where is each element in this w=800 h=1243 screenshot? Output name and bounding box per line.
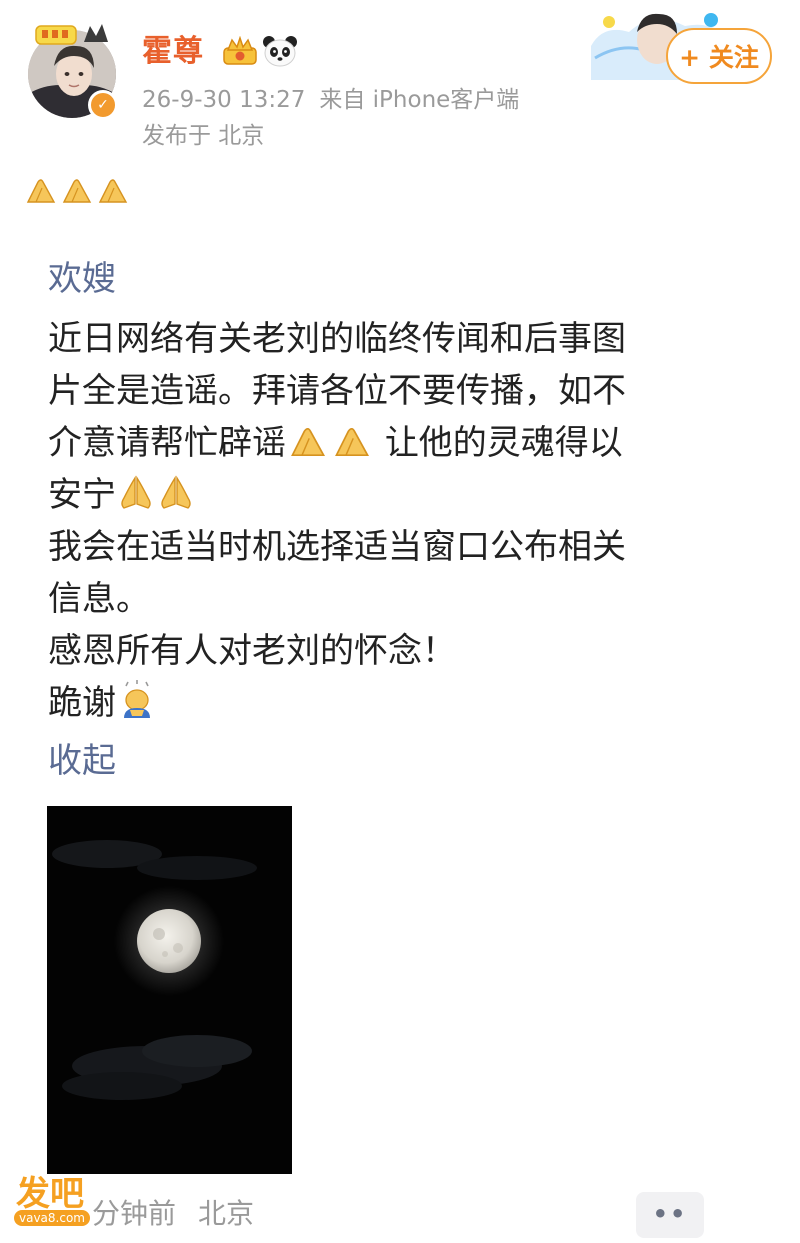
footer-location: 北京 <box>198 1197 255 1230</box>
post-footer: 分钟前 北京 <box>92 1196 254 1232</box>
watermark-logo: 发吧 <box>16 1174 84 1214</box>
post-body-line: 我会在适当时机选择适当窗口公布相关 <box>48 527 626 567</box>
post-body-line: 近日网络有关老刘的临终传闻和后事图 <box>48 319 626 359</box>
kneeling-person-icon <box>124 680 150 718</box>
post-body-segment: 让他的灵魂得以 <box>384 423 623 463</box>
site-watermark: 发吧 vava8.com <box>14 1174 96 1232</box>
crown-badge-icon <box>223 36 257 65</box>
watermark-domain: vava8.com <box>14 1210 90 1226</box>
post-source: 来自 iPhone客户端 <box>319 87 520 113</box>
follow-button[interactable]: + 关注 <box>666 28 772 84</box>
moon-photo[interactable] <box>47 806 292 1174</box>
collapse-link[interactable]: 收起 <box>48 737 116 785</box>
post-body-segment: 安宁 <box>48 475 116 515</box>
post-location: 发布于 北京 <box>142 123 265 149</box>
author-name[interactable]: 霍尊 <box>142 32 204 72</box>
footer-time-ago: 分钟前 <box>92 1197 177 1230</box>
panda-icon <box>263 36 297 67</box>
post-body-line: 安宁 <box>48 469 748 521</box>
clapping-hands-icon <box>98 179 128 203</box>
more-options-button[interactable]: •• <box>636 1192 704 1238</box>
clapping-hands-icon <box>62 179 92 203</box>
verified-badge-icon: ✓ <box>88 90 118 120</box>
post-body-line: 跪谢 <box>48 677 748 729</box>
post-meta: 26-9-30 13:27 来自 iPhone客户端 <box>142 84 533 116</box>
avatar-sticker-icon <box>35 24 108 45</box>
post-body-segment: 介意请帮忙辟谣 <box>48 423 286 463</box>
post-body-line: 感恩所有人对老刘的怀念！ <box>48 631 456 671</box>
praying-hands-icon <box>121 475 151 509</box>
post-greeting-link[interactable]: 欢嫂 <box>48 255 116 303</box>
clapping-hands-icon <box>335 427 370 457</box>
clapping-hands-icon <box>291 427 326 457</box>
praying-hands-icon <box>161 475 191 509</box>
post-time: 26-9-30 13:27 <box>142 87 306 113</box>
post-body: 近日网络有关老刘的临终传闻和后事图 片全是造谣。拜请各位不要传播，如不 介意请帮… <box>48 313 748 729</box>
post-body-line: 信息。 <box>48 579 150 619</box>
post-body-line: 片全是造谣。拜请各位不要传播，如不 <box>48 371 626 411</box>
clap-emoji-row <box>24 176 130 206</box>
clapping-hands-icon <box>26 179 56 203</box>
post-body-segment: 跪谢 <box>48 683 116 723</box>
post-body-line: 介意请帮忙辟谣 让他的灵魂得以 <box>48 417 748 469</box>
